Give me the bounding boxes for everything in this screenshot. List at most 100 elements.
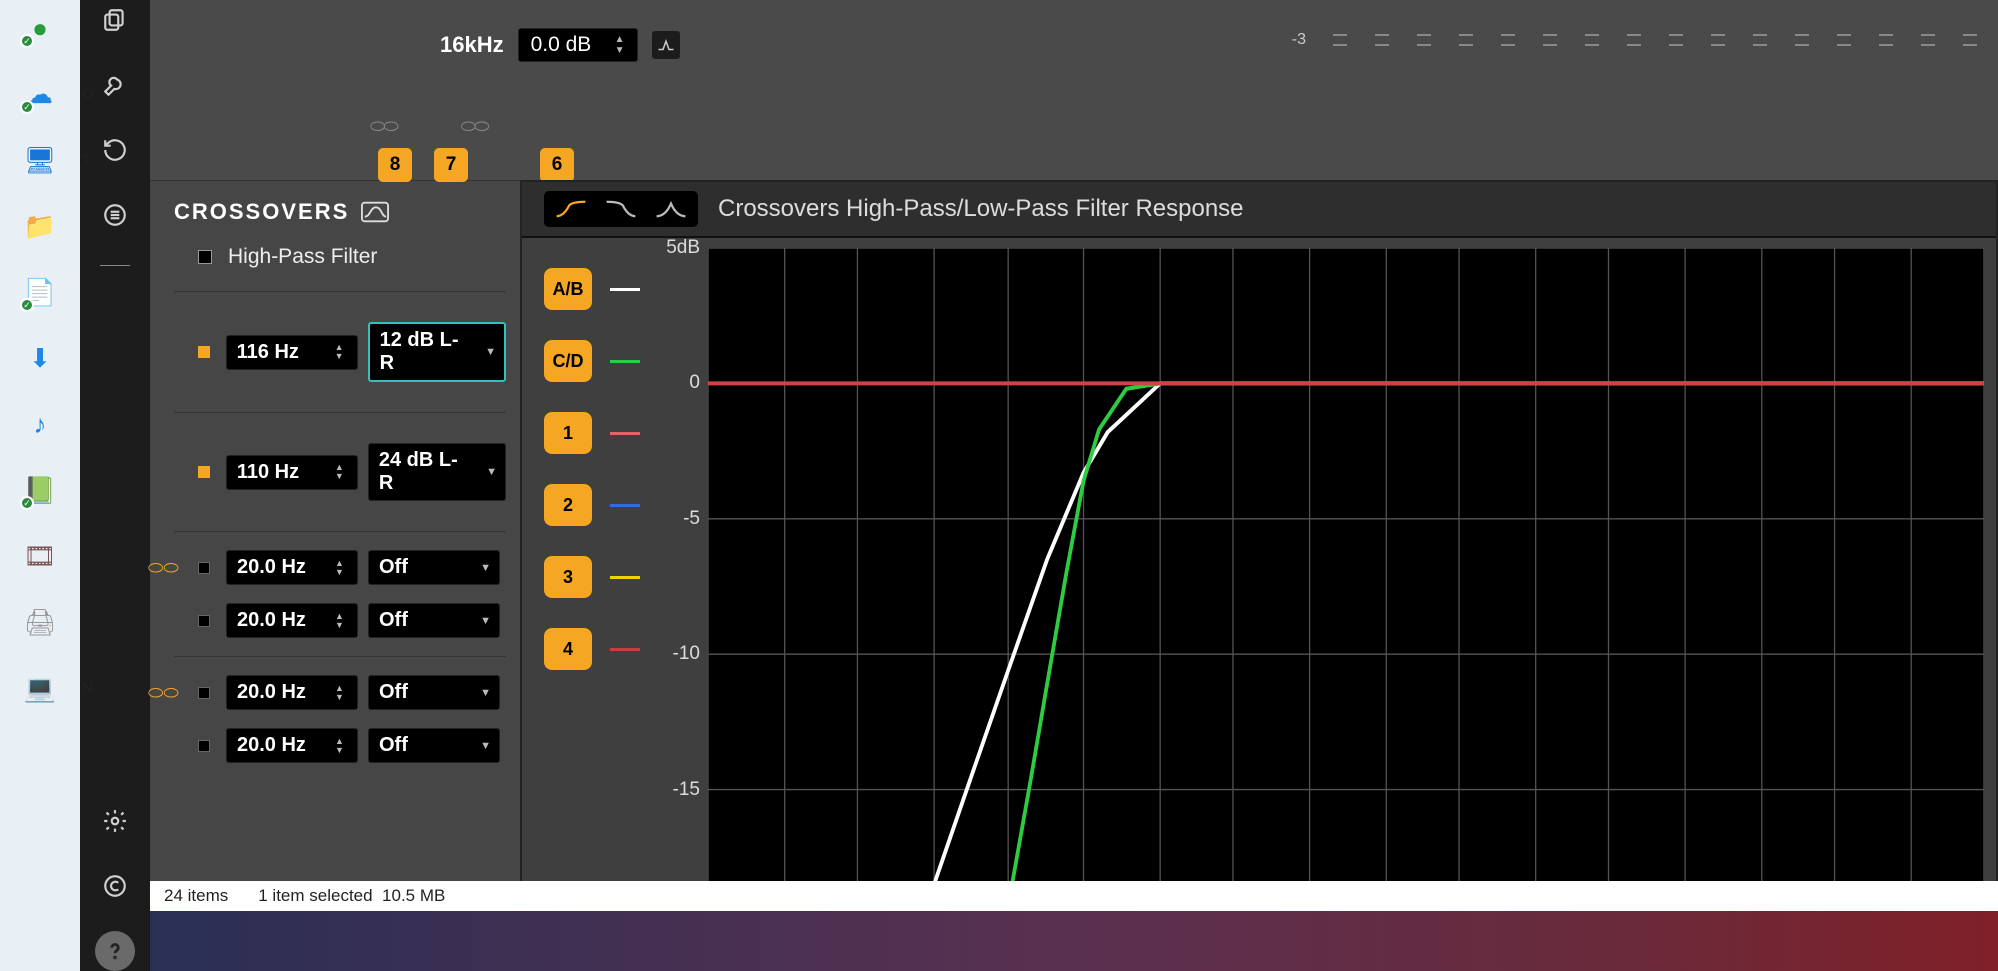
- freq-input[interactable]: 20.0 Hz▲▼: [226, 728, 358, 763]
- lowpass-shape-icon[interactable]: [597, 194, 645, 224]
- row-enable-led[interactable]: [198, 562, 210, 574]
- desktop-icon-label: T: [82, 152, 91, 169]
- desktop-icon[interactable]: 🖥: [22, 142, 58, 178]
- slope-select[interactable]: Off▼: [368, 603, 500, 638]
- channel-box-6[interactable]: 6: [540, 148, 574, 182]
- freq-input[interactable]: 20.0 Hz▲▼: [226, 675, 358, 710]
- crossovers-title: CROSSOVERS: [174, 199, 506, 225]
- desktop-icon[interactable]: 💻: [22, 670, 58, 706]
- stepper-icon[interactable]: ▲▼: [335, 679, 349, 706]
- history-icon[interactable]: [95, 130, 135, 170]
- chevron-down-icon: ▼: [480, 562, 491, 574]
- wrench-icon[interactable]: [95, 65, 135, 105]
- desktop-icon[interactable]: 🎞: [22, 538, 58, 574]
- link-icon[interactable]: ⬭⬭: [461, 116, 488, 137]
- legend-line-swatch: [610, 360, 640, 363]
- filter-shape-toggle[interactable]: [544, 191, 698, 227]
- channel-box-7[interactable]: 7: [434, 148, 468, 182]
- slope-select[interactable]: Off▼: [368, 550, 500, 585]
- desktop-icon[interactable]: 📁: [22, 208, 58, 244]
- freq-input[interactable]: 110 Hz▲▼: [226, 455, 358, 490]
- list-icon[interactable]: [95, 195, 135, 235]
- main-area: 16kHz 0.0 dB ▲▼ -3: [150, 0, 1998, 971]
- desktop-icon[interactable]: ⬇: [22, 340, 58, 376]
- desktop-icon[interactable]: 📄✓: [22, 274, 58, 310]
- desktop-icon[interactable]: ☁✓: [22, 76, 58, 112]
- legend-item[interactable]: 2: [544, 484, 652, 526]
- chevron-down-icon: ▼: [480, 740, 491, 752]
- channel-number-boxes: 8 7 6: [378, 148, 574, 182]
- legend-button[interactable]: 1: [544, 412, 592, 454]
- freq-input[interactable]: 20.0 Hz▲▼: [226, 550, 358, 585]
- slope-select[interactable]: Off▼: [368, 675, 500, 710]
- channel-box-8[interactable]: 8: [378, 148, 412, 182]
- legend-line-swatch: [610, 432, 640, 435]
- response-plot[interactable]: [708, 248, 1984, 925]
- slope-select[interactable]: 12 dB L-R▼: [368, 322, 506, 382]
- legend-item[interactable]: 4: [544, 628, 652, 670]
- link-icon[interactable]: ⬭⬭: [370, 116, 397, 137]
- legend-button[interactable]: A/B: [544, 268, 592, 310]
- stepper-icon[interactable]: ▲▼: [335, 732, 349, 759]
- slope-select[interactable]: 24 dB L-R▼: [368, 443, 506, 501]
- bandpass-shape-icon[interactable]: [647, 194, 695, 224]
- stepper-icon[interactable]: ▲▼: [335, 339, 349, 366]
- desktop-icons-strip: ●✓☁✓O🖥T📁📄✓⬇♪📗✓🎞🖨💻N: [0, 0, 80, 971]
- desktop-icon-label: O: [82, 86, 94, 103]
- eq-gain-input[interactable]: 0.0 dB ▲▼: [518, 28, 638, 62]
- rail-divider: [100, 265, 130, 266]
- copy-icon[interactable]: [95, 0, 135, 40]
- graph-toolbar: Crossovers High-Pass/Low-Pass Filter Res…: [522, 182, 1996, 238]
- chevron-down-icon: ▼: [485, 346, 496, 358]
- crossover-row: 116 Hz▲▼ 12 dB L-R▼: [174, 291, 506, 412]
- stepper-icon[interactable]: ▲▼: [335, 607, 349, 634]
- desktop-icon[interactable]: ●✓: [22, 10, 58, 46]
- meter-scale-label: -3: [1292, 31, 1306, 49]
- crossover-row-pair: ⬭⬭ 20.0 Hz▲▼ Off▼ 20.0 Hz▲▼ Off▼: [174, 656, 506, 781]
- plot-area[interactable]: 5dB0-5-10-15-20dB 10Hz162540631001602504…: [652, 240, 1996, 969]
- desktop-icon[interactable]: 🖨: [22, 604, 58, 640]
- slope-select[interactable]: Off▼: [368, 728, 500, 763]
- legend-item[interactable]: 3: [544, 556, 652, 598]
- response-curve-icon[interactable]: [361, 201, 389, 223]
- stepper-icon[interactable]: ▲▼: [335, 459, 349, 486]
- link-icon[interactable]: ⬭⬭: [148, 557, 179, 578]
- row-enable-led[interactable]: [198, 740, 210, 752]
- status-selection: 1 item selected 10.5 MB: [258, 886, 445, 906]
- freq-input[interactable]: 20.0 Hz▲▼: [226, 603, 358, 638]
- stepper-icon[interactable]: ▲▼: [335, 554, 349, 581]
- stepper-icon[interactable]: ▲▼: [615, 31, 631, 59]
- row-enable-led[interactable]: [198, 346, 210, 358]
- row-enable-led[interactable]: [198, 615, 210, 627]
- chevron-down-icon: ▼: [480, 687, 491, 699]
- legend-button[interactable]: 2: [544, 484, 592, 526]
- legend-button[interactable]: C/D: [544, 340, 592, 382]
- link-icon[interactable]: ⬭⬭: [148, 682, 179, 703]
- desktop-icon[interactable]: ♪: [22, 406, 58, 442]
- row-enable-led[interactable]: [198, 466, 210, 478]
- graph-title: Crossovers High-Pass/Low-Pass Filter Res…: [718, 195, 1244, 223]
- legend-item[interactable]: C/D: [544, 340, 652, 382]
- legend-button[interactable]: 3: [544, 556, 592, 598]
- channel-link-icons: ⬭⬭ ⬭⬭: [370, 116, 488, 137]
- filter-type-label: High-Pass Filter: [228, 245, 377, 269]
- freq-input[interactable]: 116 Hz▲▼: [226, 335, 358, 370]
- copyright-icon[interactable]: [95, 866, 135, 906]
- filter-type-checkbox[interactable]: [198, 250, 212, 264]
- legend-item[interactable]: 1: [544, 412, 652, 454]
- meter-scale-row: -3: [1292, 10, 1998, 70]
- y-tick-label: 5dB: [666, 237, 700, 259]
- legend-line-swatch: [610, 288, 640, 291]
- status-items-count: 24 items: [164, 886, 228, 906]
- desktop-icon[interactable]: 📗✓: [22, 472, 58, 508]
- row-enable-led[interactable]: [198, 687, 210, 699]
- highpass-shape-icon[interactable]: [547, 194, 595, 224]
- help-icon[interactable]: [95, 931, 135, 971]
- eq-band-shape-button[interactable]: [652, 31, 680, 59]
- desktop-icon-label: N: [82, 680, 93, 697]
- legend-line-swatch: [610, 648, 640, 651]
- legend-item[interactable]: A/B: [544, 268, 652, 310]
- gear-icon[interactable]: [95, 801, 135, 841]
- y-tick-label: -10: [673, 643, 700, 665]
- legend-button[interactable]: 4: [544, 628, 592, 670]
